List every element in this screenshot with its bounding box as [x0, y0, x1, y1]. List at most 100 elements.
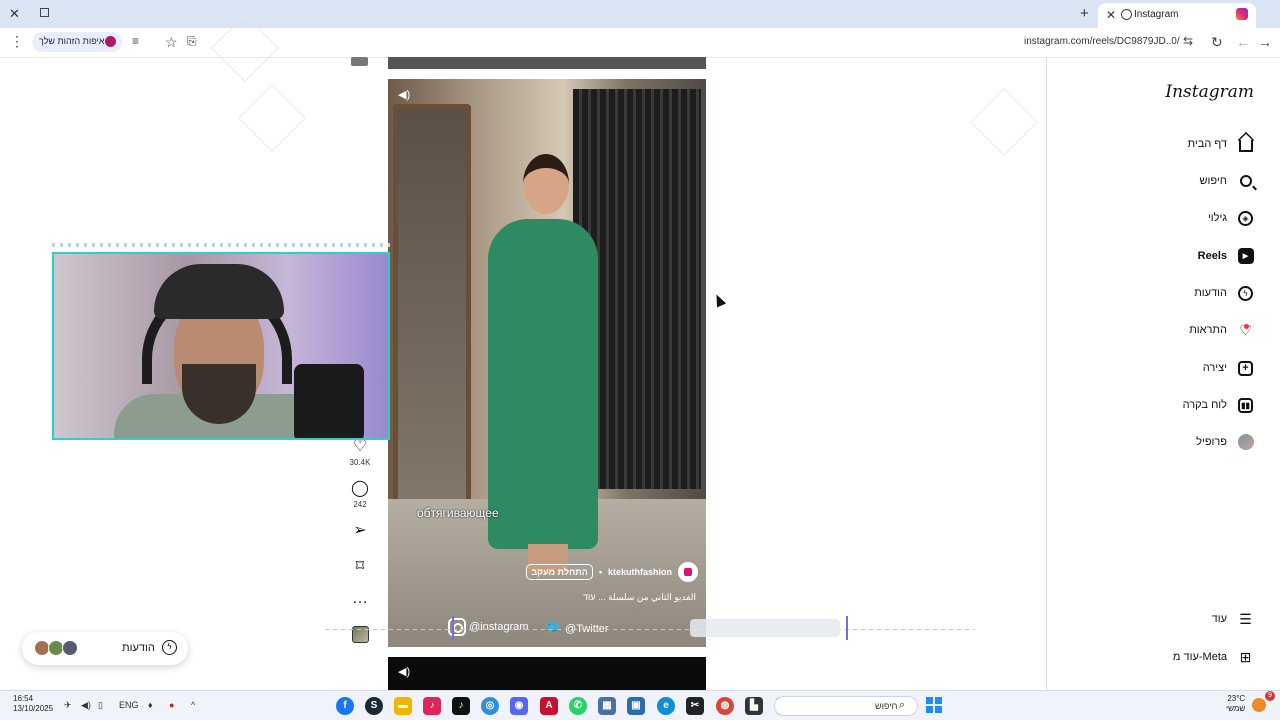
like-action[interactable]: ♡ 30.4K [345, 436, 375, 467]
sidebar-item-dashboard[interactable]: לוח בקרה ▮▮ [1183, 393, 1254, 417]
identity-chip[interactable]: איפות הזהות שלך [32, 32, 122, 52]
store-icon[interactable]: ▣ [627, 697, 645, 715]
reload-icon[interactable]: ↻ [1211, 34, 1223, 51]
window-close-icon[interactable]: ✕ [9, 6, 20, 22]
instagram-logo[interactable]: Instagram [1165, 82, 1254, 102]
steam-icon[interactable]: S [365, 697, 383, 715]
weather-text: שמשי [1226, 704, 1246, 713]
back-icon[interactable]: → [1258, 34, 1272, 50]
menu-dots-icon[interactable]: ⋮ [10, 33, 24, 50]
app-globe-icon[interactable]: ◎ [481, 697, 499, 715]
star-icon[interactable]: ☆ [165, 34, 178, 51]
more-action[interactable]: … [345, 590, 375, 608]
messenger-icon: ϟ [1237, 285, 1254, 302]
sidebar-item-label: יצירה [1202, 362, 1227, 374]
sidebar-item-search[interactable]: חיפוש [1200, 169, 1254, 193]
chrome-icon[interactable]: ◍ [716, 697, 734, 715]
clock-date: 13/10/2025 [13, 704, 54, 713]
instagram-icon [1236, 8, 1248, 20]
dress-figure [488, 219, 598, 549]
sidebar-item-label: הודעות [1194, 287, 1227, 299]
identity-chip-label: איפות הזהות שלך [39, 36, 105, 46]
sidebar-item-label: התראות [1189, 324, 1227, 336]
tray-chevron-up-icon[interactable]: ^ [191, 700, 195, 710]
author-avatar[interactable] [678, 562, 698, 582]
grid-icon: ⊞ [1239, 648, 1252, 665]
reel-video[interactable]: ◀) обтягивающее התחלת מעקב • ktekuthfash… [388, 79, 706, 647]
next-reel-volume-icon[interactable]: ◀) [398, 665, 410, 678]
discord-icon[interactable]: ◉ [510, 697, 528, 715]
sidebar-item-explore[interactable]: גילוי ◈ [1208, 206, 1254, 230]
comment-bubble-icon[interactable]: ◯ [345, 478, 375, 498]
acrobat-icon[interactable]: A [540, 697, 558, 715]
sidebar-item-label: Reels [1197, 250, 1227, 262]
sidebar-item-profile[interactable]: פרופיל [1196, 430, 1254, 454]
facebook-icon[interactable]: f [336, 697, 354, 715]
save-action[interactable]: ⌑ [345, 556, 375, 576]
globe-icon [1121, 9, 1132, 20]
taskbar-search[interactable]: חיפוש ⌕ [774, 696, 918, 716]
search-icon: ⌕ [899, 699, 906, 711]
send-icon[interactable]: ➢ [345, 520, 375, 540]
tray-device-icon[interactable]: ▯ [98, 700, 103, 711]
sun-icon [1252, 698, 1266, 712]
file-explorer-icon[interactable]: ▬ [394, 697, 412, 715]
hamburger-icon: ☰ [1239, 610, 1252, 627]
sidebar-item-notifications[interactable]: התראות ♡ [1189, 318, 1254, 342]
author-name[interactable]: ktekuthfashion [608, 567, 672, 577]
webcam-top-border-dots [52, 243, 390, 247]
weather-widget[interactable]: 23°C שמשי [1226, 694, 1245, 714]
forward-icon[interactable]: ← [1236, 34, 1250, 50]
reel-description[interactable]: الفديو الثاني من سلسلة ... עוד [583, 592, 696, 603]
tray-record-icon[interactable]: ● [169, 700, 174, 710]
sidebar-item-home[interactable]: דף הבית [1188, 132, 1254, 156]
share-action[interactable]: ➢ [345, 520, 375, 540]
tune-icon[interactable]: ⇆ [1183, 34, 1193, 48]
profile-avatar [1237, 434, 1254, 451]
comment-action[interactable]: ◯ 242 [345, 478, 375, 509]
prev-audio-thumb[interactable] [351, 57, 368, 66]
terminal-icon[interactable]: ▙ [745, 697, 763, 715]
taskbar-clock[interactable]: 16:54 13/10/2025 [13, 694, 53, 714]
like-count: 30.4K [349, 458, 371, 467]
install-app-icon[interactable]: ⎘ [187, 34, 197, 49]
edge-icon[interactable]: e [657, 697, 675, 715]
new-tab-icon[interactable]: + [1080, 5, 1089, 22]
tray-network-icon[interactable]: ✈ [64, 700, 72, 711]
windows-start-icon[interactable] [926, 697, 942, 713]
webcam-overlay [52, 252, 390, 440]
sidebar-meta[interactable]: עוד מ-Meta ⊞ [1173, 645, 1254, 669]
tiktok-studio-icon[interactable]: ♪ [423, 697, 441, 715]
sidebar-item-messages[interactable]: הודעות ϟ [1194, 281, 1254, 305]
next-reel-edge[interactable]: ◀) [388, 657, 706, 691]
microphone-icon [294, 364, 364, 438]
tray-mic-icon[interactable]: ♦ [148, 700, 153, 710]
sidebar-more[interactable]: עוד ☰ [1212, 607, 1254, 631]
capcut-icon[interactable]: ✂ [686, 697, 704, 715]
sidebar-item-create[interactable]: יצירה + [1203, 356, 1254, 380]
window-restore-icon[interactable] [40, 8, 49, 17]
sidebar-item-label: פרופיל [1196, 436, 1227, 448]
sidebar-meta-label: עוד מ-Meta [1172, 651, 1227, 663]
messages-chip-label: הודעות [122, 642, 155, 654]
previous-reel-edge [388, 57, 706, 69]
youtube-overlay-chip [690, 619, 840, 637]
video-caption: обтягивающее [417, 506, 499, 520]
tray-volume-icon[interactable]: ◀) [81, 700, 91, 711]
tiktok-icon[interactable]: ♪ [452, 697, 470, 715]
browser-tab-instagram[interactable]: ✕ Instagram [1098, 3, 1256, 28]
reading-list-icon[interactable]: ≡ [132, 34, 139, 48]
sidebar-item-reels[interactable]: Reels ▶ [1198, 244, 1254, 268]
url-field[interactable]: instagram.com/reels/DC9879JD..0/ [1024, 36, 1180, 47]
follow-button[interactable]: התחלת מעקב [526, 564, 593, 580]
home-icon [1237, 136, 1254, 153]
calculator-icon[interactable]: ▦ [598, 697, 616, 715]
tray-language[interactable]: ENG [119, 700, 139, 710]
tab-close-icon[interactable]: ✕ [1106, 8, 1116, 22]
more-dots-icon[interactable]: … [345, 590, 375, 608]
bookmark-icon[interactable]: ⌑ [345, 556, 375, 576]
messages-chip[interactable]: הודעות ϟ [22, 632, 188, 665]
whatsapp-icon[interactable]: ✆ [569, 697, 587, 715]
search-label: חיפוש [875, 701, 898, 711]
volume-icon[interactable]: ◀) [398, 88, 414, 104]
